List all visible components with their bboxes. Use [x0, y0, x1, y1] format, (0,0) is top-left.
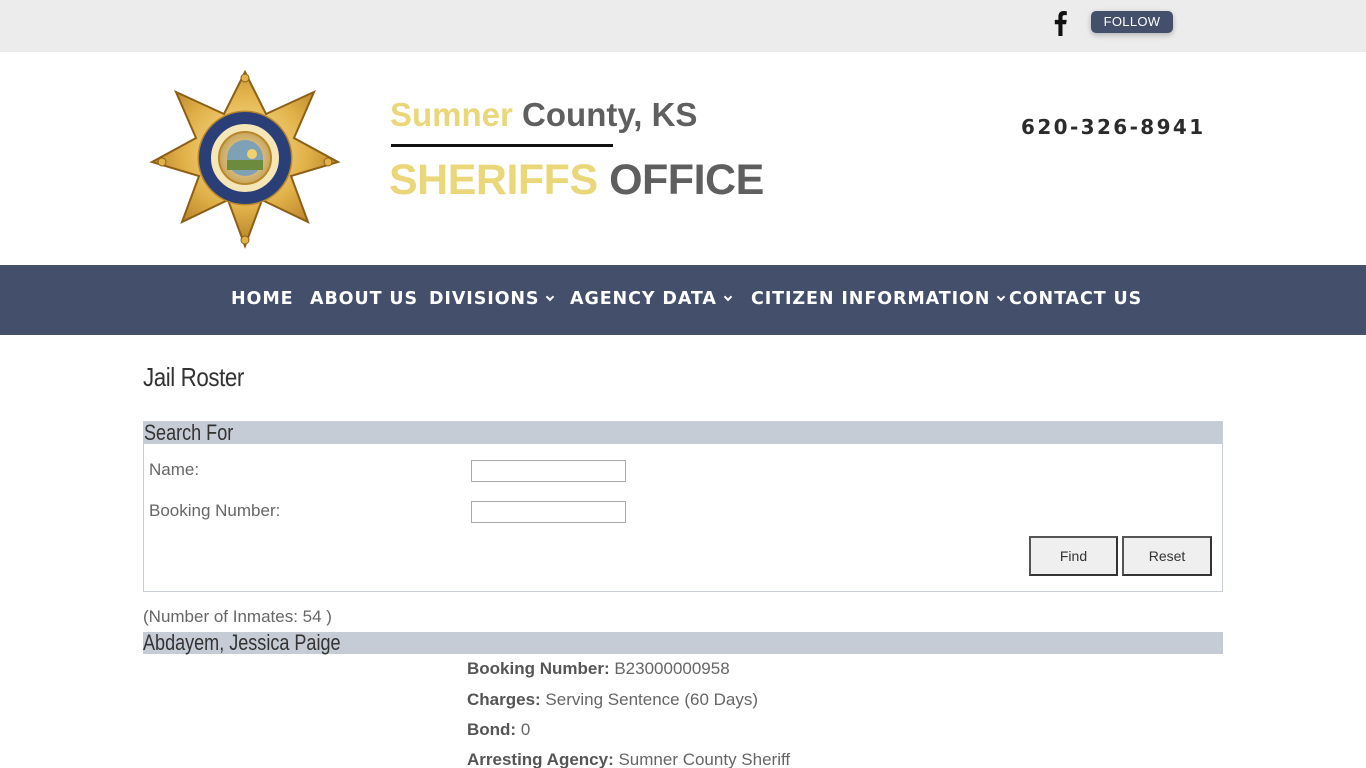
- inmate-name[interactable]: Abdayem, Jessica Paige: [143, 630, 341, 656]
- chevron-down-icon: [723, 292, 733, 302]
- detail-label: Booking Number:: [467, 659, 610, 678]
- detail-label: Charges:: [467, 690, 541, 709]
- inmate-count: (Number of Inmates: 54 ): [143, 607, 332, 626]
- search-header: Search For: [144, 420, 1222, 445]
- bond-detail: Bond: 0: [467, 720, 530, 740]
- detail-value: B23000000958: [609, 659, 730, 678]
- chevron-down-icon: [546, 292, 555, 302]
- site-subtitle[interactable]: SHERIFFS OFFICE: [389, 156, 764, 205]
- title-divider: [391, 144, 613, 147]
- site-title[interactable]: Sumner County, KS: [390, 96, 697, 134]
- nav-item-label: AGENCY DATA: [570, 289, 717, 309]
- booking-number-label: Booking Number:: [149, 501, 281, 520]
- name-input[interactable]: [471, 460, 626, 482]
- nav-item-home[interactable]: HOME: [231, 289, 294, 309]
- detail-label: Bond:: [467, 720, 517, 739]
- nav-item-label: DIVISIONS: [429, 289, 540, 309]
- nav-item-citizen-information[interactable]: CITIZEN INFORMATION: [751, 289, 1006, 309]
- nav-item-about-us[interactable]: ABOUT US: [310, 289, 418, 309]
- reset-button[interactable]: Reset: [1122, 536, 1212, 576]
- sheriff-badge-logo[interactable]: [148, 70, 343, 250]
- search-panel: Search For Name: Booking Number: Find Re…: [143, 420, 1223, 592]
- site-subtitle-highlight: SHERIFFS: [389, 156, 598, 204]
- nav-item-label: HOME: [231, 289, 294, 309]
- booking-number-input[interactable]: [471, 501, 626, 523]
- site-subtitle-rest: OFFICE: [597, 156, 764, 204]
- phone-number[interactable]: 620-326-8941: [1021, 115, 1206, 139]
- charges-detail: Charges: Serving Sentence (60 Days): [467, 690, 758, 710]
- facebook-icon[interactable]: [1050, 10, 1072, 36]
- nav-item-label: CONTACT US: [1009, 289, 1143, 309]
- detail-value: 0: [516, 720, 531, 739]
- follow-button[interactable]: FOLLOW: [1091, 11, 1173, 33]
- booking-number-detail: Booking Number: B23000000958: [467, 659, 730, 679]
- top-bar: FOLLOW: [0, 0, 1366, 52]
- arresting-agency-detail: Arresting Agency: Sumner County Sheriff: [467, 750, 790, 768]
- nav-item-label: CITIZEN INFORMATION: [751, 289, 991, 309]
- chevron-down-icon: [997, 292, 1006, 302]
- nav-item-contact-us[interactable]: CONTACT US: [1009, 289, 1142, 309]
- site-title-highlight: Sumner: [390, 96, 513, 133]
- inmate-header: Abdayem, Jessica Paige: [143, 630, 1223, 656]
- detail-value: Serving Sentence (60 Days): [540, 690, 759, 709]
- main-nav: HOME ABOUT US DIVISIONS AGENCY DATA CITI…: [0, 265, 1366, 335]
- detail-label: Arresting Agency:: [467, 750, 614, 768]
- detail-value: Sumner County Sheriff: [613, 750, 791, 768]
- search-heading: Search For: [144, 420, 234, 445]
- name-label: Name:: [149, 460, 200, 479]
- nav-item-divisions[interactable]: DIVISIONS: [429, 289, 555, 309]
- site-title-rest: County, KS: [512, 96, 698, 133]
- site-header: Sumner County, KS SHERIFFS OFFICE 620-32…: [0, 52, 1366, 265]
- find-button[interactable]: Find: [1029, 536, 1118, 576]
- page-title: Jail Roster: [143, 362, 244, 392]
- nav-item-label: ABOUT US: [310, 289, 419, 309]
- nav-item-agency-data[interactable]: AGENCY DATA: [570, 289, 733, 309]
